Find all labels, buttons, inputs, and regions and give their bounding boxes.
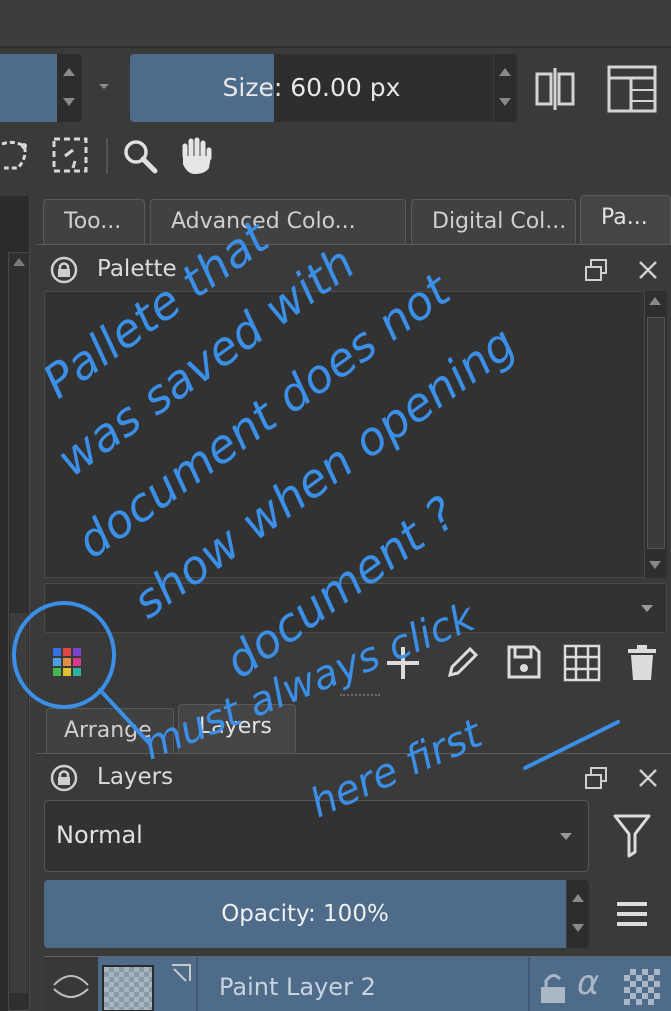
opacity-value: 100% [323, 901, 389, 927]
lock-icon[interactable] [50, 256, 78, 284]
layer-row[interactable]: Paint Layer 2 α [44, 956, 671, 1011]
zoom-icon[interactable] [122, 138, 158, 174]
size-label: Size: [222, 73, 283, 102]
delete-swatch-icon[interactable] [626, 644, 658, 682]
layers-float-icon[interactable] [583, 765, 609, 791]
chevron-down-icon [560, 833, 572, 840]
save-palette-icon[interactable] [506, 644, 542, 680]
tab-layers[interactable]: Layers [178, 704, 296, 754]
add-swatch-icon[interactable] [385, 645, 421, 681]
tab-label: Too... [64, 209, 122, 234]
blend-mode-value: Normal [56, 821, 143, 849]
tab-arrange[interactable]: Arrange [46, 708, 174, 754]
palette-grid-icon[interactable] [563, 644, 601, 682]
tab-label: Advanced Colo... [171, 209, 356, 234]
edit-swatch-icon[interactable] [444, 645, 480, 681]
layer-lock-icon[interactable] [538, 971, 568, 1005]
opacity-label: Opacity: [221, 901, 316, 927]
palette-title: Palette [97, 256, 177, 282]
palette-chooser-icon[interactable] [53, 648, 81, 676]
palette-swatch-area[interactable] [44, 291, 667, 578]
opacity-slider-top[interactable] [0, 54, 82, 122]
tab-label: Digital Col... [432, 209, 567, 234]
layer-thumbnail [102, 965, 154, 1011]
splitter-handle[interactable] [340, 694, 380, 697]
tool-separator [106, 138, 108, 174]
size-value: 60.00 px [290, 73, 401, 102]
left-scrollbar[interactable] [8, 252, 30, 1011]
layer-visibility-icon[interactable] [44, 957, 98, 1011]
filter-icon[interactable] [612, 812, 652, 858]
inherit-alpha-icon[interactable] [624, 969, 660, 1005]
layers-close-icon[interactable] [637, 767, 659, 789]
opacity-slider[interactable]: Opacity: 100% [44, 880, 589, 948]
blend-mode-select[interactable]: Normal [44, 800, 589, 872]
freehand-selection-icon[interactable] [0, 138, 30, 174]
tab-palette[interactable]: Pa... [580, 195, 671, 245]
pan-icon[interactable] [179, 136, 215, 176]
float-docker-icon[interactable] [583, 257, 609, 283]
top-toolbar [0, 0, 671, 46]
layers-title: Layers [97, 764, 174, 790]
size-slider[interactable]: Size: 60.00 px [130, 54, 517, 122]
chevron-down-icon [641, 605, 653, 612]
tab-digital-color[interactable]: Digital Col... [411, 199, 576, 245]
tab-label: Layers [199, 714, 272, 739]
palette-selector[interactable] [44, 583, 667, 633]
small-dropdown-arrow-icon[interactable] [99, 84, 109, 89]
layer-row-divider [196, 957, 198, 1011]
tab-tool-options[interactable]: Too... [43, 199, 145, 245]
palette-scrollbar[interactable] [644, 291, 667, 578]
layers-lock-icon[interactable] [50, 764, 78, 792]
layer-name: Paint Layer 2 [219, 973, 376, 1001]
mirror-canvas-icon[interactable] [534, 66, 576, 112]
workspace-layout-icon[interactable] [607, 65, 657, 113]
alpha-lock-icon[interactable]: α [577, 963, 599, 1003]
layer-type-icon [164, 961, 194, 991]
tab-label: Pa... [601, 205, 648, 230]
similar-selection-icon[interactable] [51, 136, 89, 174]
tab-label: Arrange [64, 718, 152, 743]
layer-row-divider [528, 957, 530, 1011]
close-docker-icon[interactable] [637, 259, 659, 281]
tab-advanced-color[interactable]: Advanced Colo... [150, 199, 406, 245]
toolbar-divider [0, 46, 671, 48]
hamburger-menu-icon[interactable] [615, 900, 649, 928]
